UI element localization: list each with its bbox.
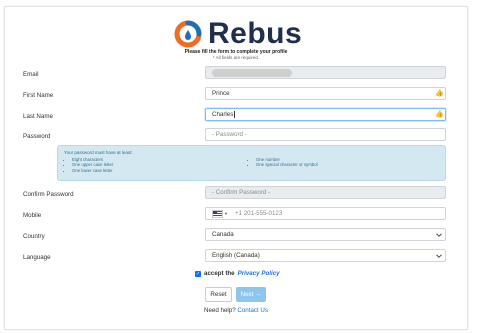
password-rules-title: Your password must have at least: <box>64 150 133 155</box>
password-rules-right: One number One special character or symb… <box>250 157 318 168</box>
brand-logo: Rebus <box>173 17 302 51</box>
first-name-field[interactable]: Prince 👍 <box>205 87 446 100</box>
last-name-label: Last Name <box>23 113 53 120</box>
help-prefix: Need help? <box>204 307 236 314</box>
profile-form-card: Rebus Please fill the form to complete y… <box>4 6 468 330</box>
thumbs-up-icon: 👍 <box>435 90 444 97</box>
password-label: Password <box>23 133 51 140</box>
confirm-password-field[interactable]: - Confirm Password - <box>205 186 446 199</box>
country-label: Country <box>23 233 45 240</box>
required-note: * All fields are required. <box>212 55 260 60</box>
last-name-field[interactable]: Charles 👍 <box>205 108 446 121</box>
thumbs-up-icon: 👍 <box>435 111 444 118</box>
reset-button[interactable]: Reset <box>205 287 232 302</box>
privacy-checkbox[interactable]: ✓ <box>195 270 201 277</box>
first-name-value: Prince <box>212 90 230 97</box>
confirm-password-placeholder: - Confirm Password - <box>212 189 271 196</box>
language-value: English (Canada) <box>212 252 260 259</box>
rebus-logo-icon <box>174 20 202 48</box>
first-name-label: First Name <box>23 92 54 99</box>
mobile-label: Mobile <box>23 212 42 219</box>
chevron-down-icon <box>436 233 442 237</box>
country-code-dropdown-icon[interactable]: ▼ <box>224 211 228 216</box>
rule-item: One special character or symbol <box>256 162 318 167</box>
mobile-field[interactable]: ▼ +1 201-555-0123 <box>205 207 446 220</box>
privacy-policy-link[interactable]: Privacy Policy <box>238 270 280 277</box>
language-select[interactable]: English (Canada) <box>205 249 446 262</box>
rule-item: One lower case letter <box>72 168 113 173</box>
language-label: Language <box>23 254 51 261</box>
password-field[interactable]: - Password - <box>205 128 446 141</box>
privacy-prefix: accept the <box>204 270 235 277</box>
last-name-value: Charles <box>212 111 234 118</box>
password-rules-box: Your password must have at least: Eight … <box>57 145 446 181</box>
help-text: Need help? Contact Us <box>204 307 268 314</box>
email-field[interactable] <box>205 66 446 79</box>
mobile-placeholder: +1 201-555-0123 <box>234 210 283 217</box>
next-button[interactable]: Next → <box>236 287 266 302</box>
us-flag-icon[interactable] <box>212 209 223 218</box>
confirm-password-label: Confirm Password <box>23 191 74 198</box>
contact-us-link[interactable]: Contact Us <box>237 307 268 314</box>
password-rules-left: Eight characters One upper case letter O… <box>66 157 113 173</box>
email-label: Email <box>23 71 39 78</box>
password-placeholder: - Password - <box>212 131 247 138</box>
text-cursor <box>233 111 235 118</box>
privacy-consent: ✓ accept the Privacy Policy <box>195 270 280 277</box>
chevron-down-icon <box>436 254 442 258</box>
country-value: Canada <box>212 231 234 238</box>
country-select[interactable]: Canada <box>205 228 446 241</box>
brand-name: Rebus <box>208 17 303 50</box>
email-value-redacted <box>212 68 292 77</box>
